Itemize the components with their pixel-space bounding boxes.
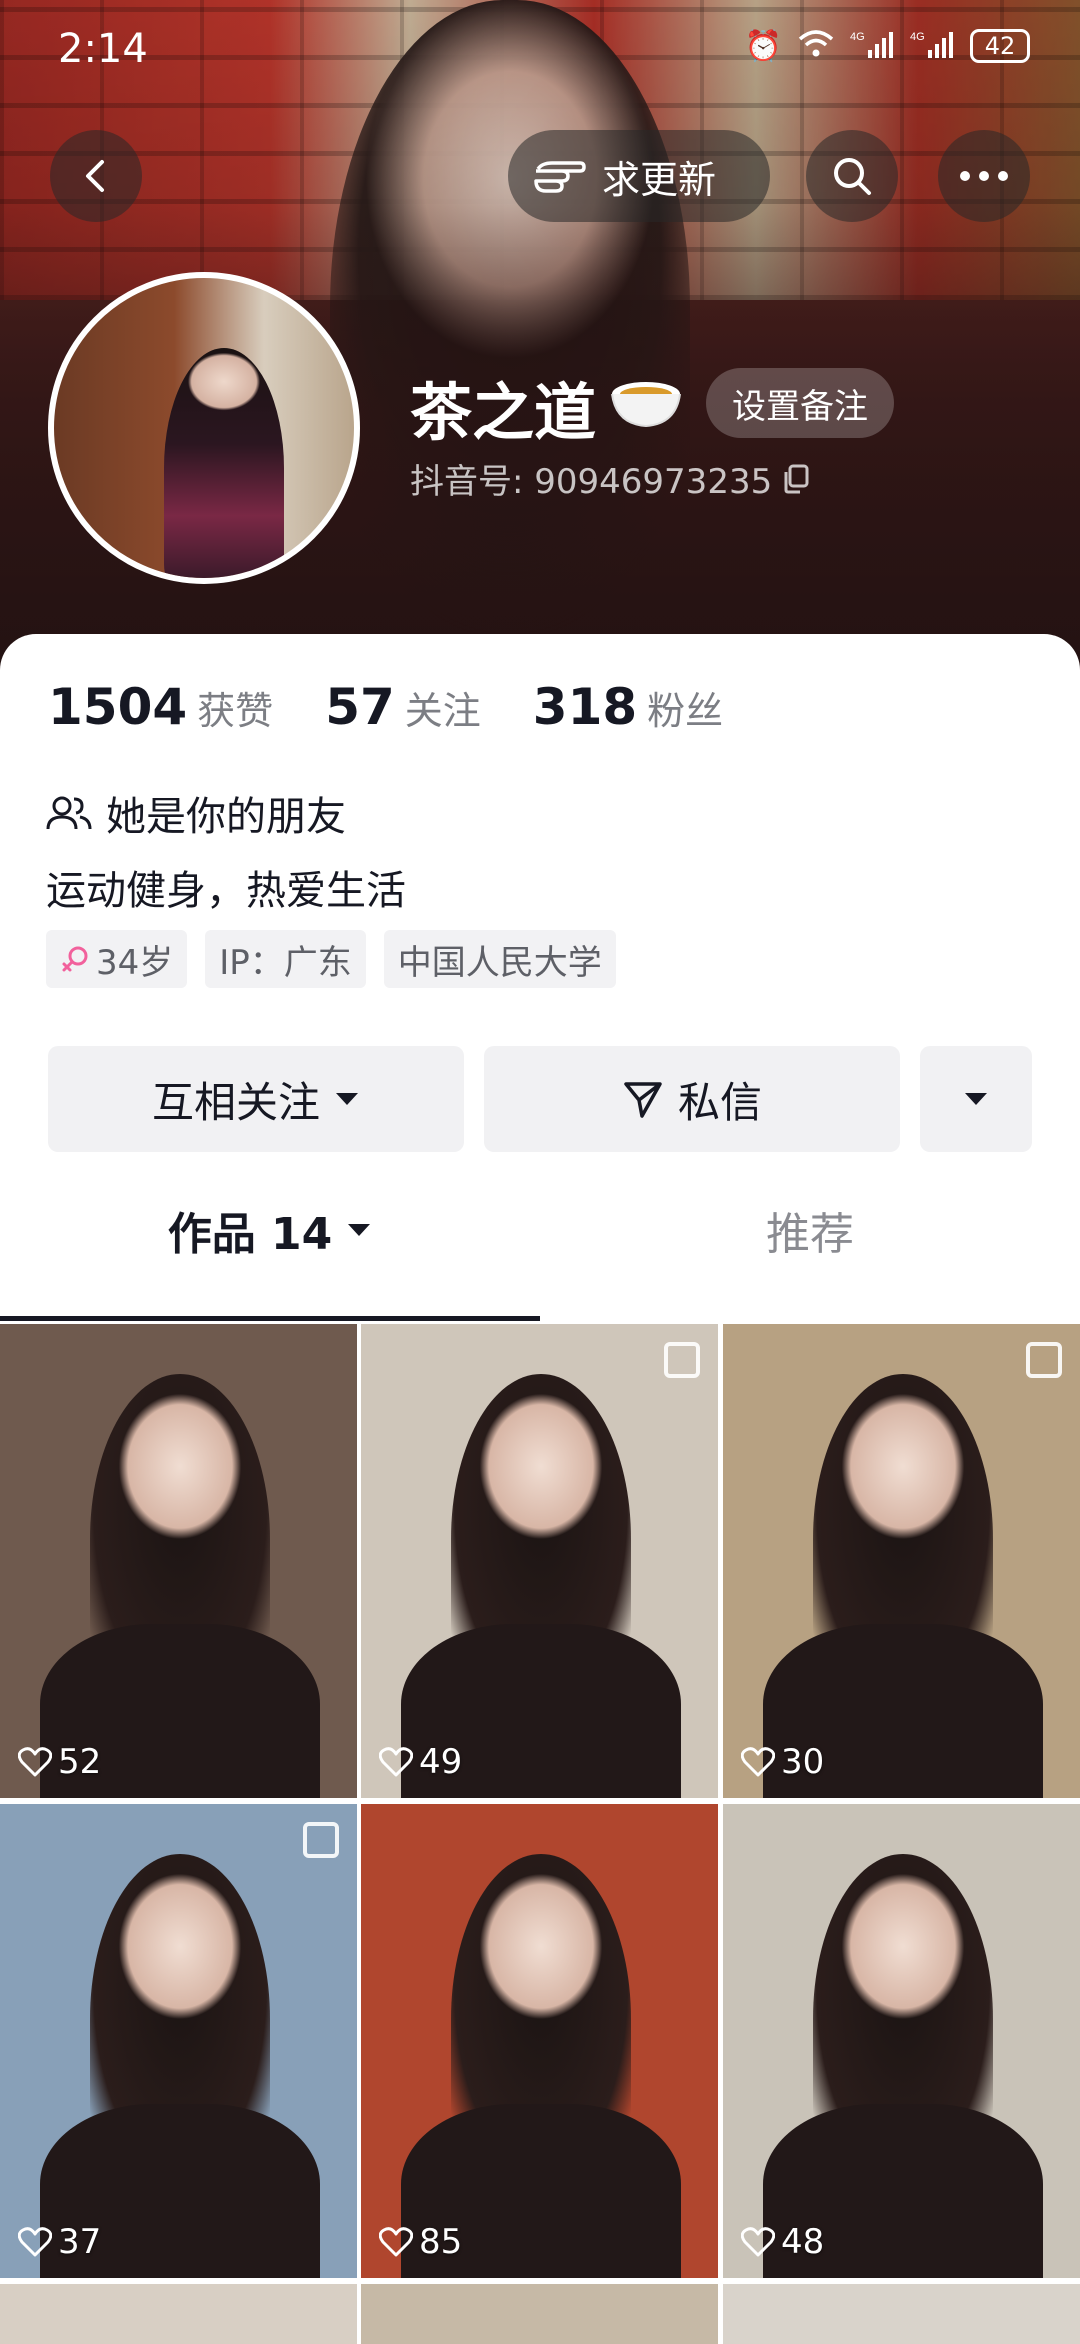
school-tag[interactable]: 中国人民大学	[383, 930, 616, 988]
active-tab-indicator	[0, 1316, 540, 1321]
tab-works-label: 作品 14	[167, 1209, 333, 1260]
video-thumbnail[interactable]	[0, 2284, 357, 2344]
message-label: 私信	[677, 1077, 762, 1127]
video-likes: 37	[18, 2222, 101, 2262]
request-update-button[interactable]: 求更新	[508, 130, 770, 222]
signal-icon-2: 4G	[910, 28, 954, 64]
friend-text: 她是你的朋友	[106, 794, 346, 840]
video-likes: 85	[379, 2222, 462, 2262]
video-thumbnail[interactable]: 49	[361, 1324, 718, 1798]
action-buttons: 互相关注 私信	[48, 1046, 1032, 1152]
video-thumbnail[interactable]: 48	[723, 1804, 1080, 2278]
stat-label: 粉丝	[647, 689, 724, 733]
stat-following[interactable]: 57 关注	[325, 678, 481, 736]
send-icon	[624, 1082, 662, 1118]
mutual-follow-button[interactable]: 互相关注	[48, 1046, 464, 1152]
status-bar: 2:14 ⏰ 4G 4G 42	[0, 0, 1080, 100]
svg-text:4G: 4G	[910, 31, 925, 43]
mutual-follow-label: 互相关注	[151, 1077, 320, 1127]
stat-likes[interactable]: 1504 获赞	[48, 678, 273, 736]
friend-indicator: 她是你的朋友	[46, 784, 346, 842]
status-icons: ⏰ 4G 4G 42	[745, 28, 1030, 64]
bio: 运动健身，热爱生活	[46, 868, 406, 914]
avatar[interactable]	[48, 272, 360, 584]
video-likes: 48	[741, 2222, 824, 2262]
caret-down-icon	[348, 1224, 371, 1236]
caret-down-icon	[336, 1093, 358, 1105]
video-thumbnail[interactable]: 85	[361, 1804, 718, 2278]
video-thumbnail[interactable]: 30	[723, 1324, 1080, 1798]
friends-icon	[46, 796, 92, 830]
video-thumbnail[interactable]: 37	[0, 1804, 357, 2278]
more-button[interactable]	[938, 130, 1030, 222]
chevron-left-icon	[86, 160, 104, 192]
ip-tag: IP：广东	[205, 930, 366, 988]
stat-followers[interactable]: 318 粉丝	[533, 678, 723, 736]
copy-icon[interactable]	[782, 464, 810, 494]
video-likes-count: 30	[781, 1742, 825, 1782]
status-time: 2:14	[58, 26, 148, 72]
heart-icon	[379, 2227, 413, 2257]
video-thumbnail[interactable]: 52	[0, 1324, 357, 1798]
svg-text:4G: 4G	[850, 31, 865, 43]
heart-icon	[18, 2227, 52, 2257]
battery-indicator: 42	[970, 29, 1030, 63]
alarm-icon: ⏰	[744, 28, 782, 64]
stats-row: 1504 获赞 57 关注 318 粉丝	[48, 678, 723, 736]
stat-value: 1504	[48, 678, 188, 736]
profile-header: 2:14 ⏰ 4G 4G 42 求更新 茶之道 设置备注 抖音号: 909469…	[0, 0, 1080, 680]
female-icon	[62, 946, 88, 972]
video-likes: 30	[741, 1742, 824, 1782]
request-update-label: 求更新	[602, 157, 717, 202]
profile-tabs: 作品 14 推荐	[0, 1174, 1080, 1286]
tab-recommend[interactable]: 推荐	[540, 1174, 1080, 1286]
heart-icon	[18, 1747, 52, 1777]
caret-down-icon	[965, 1093, 987, 1105]
video-likes: 49	[379, 1742, 462, 1782]
tea-cup-icon	[611, 382, 681, 428]
set-remark-button[interactable]: 设置备注	[706, 368, 894, 438]
video-likes-count: 49	[419, 1742, 463, 1782]
video-thumbnail[interactable]	[361, 2284, 718, 2344]
video-likes-count: 48	[781, 2222, 825, 2262]
back-button[interactable]	[50, 130, 142, 222]
avatar-photo	[164, 348, 284, 578]
search-icon	[834, 158, 871, 195]
video-thumbnail[interactable]	[723, 2284, 1080, 2344]
stat-label: 关注	[404, 689, 481, 733]
age-text: 34岁	[96, 942, 174, 983]
pointing-hand-icon	[534, 161, 586, 193]
more-dots-icon	[960, 171, 1008, 181]
multi-image-icon	[1026, 1342, 1062, 1378]
stat-value: 57	[325, 678, 395, 736]
heart-icon	[741, 1747, 775, 1777]
nickname: 茶之道	[410, 376, 597, 449]
video-likes-count: 52	[58, 1742, 102, 1782]
video-likes: 52	[18, 1742, 101, 1782]
heart-icon	[741, 2227, 775, 2257]
search-button[interactable]	[806, 130, 898, 222]
heart-icon	[379, 1747, 413, 1777]
more-actions-button[interactable]	[920, 1046, 1032, 1152]
tab-works[interactable]: 作品 14	[0, 1174, 540, 1286]
profile-tags: 34岁 IP：广东 中国人民大学	[46, 930, 616, 988]
stat-label: 获赞	[197, 689, 274, 733]
wifi-icon	[798, 29, 834, 63]
multi-image-icon	[664, 1342, 700, 1378]
multi-image-icon	[303, 1822, 339, 1858]
signal-icon-1: 4G	[850, 28, 894, 64]
age-tag: 34岁	[46, 930, 188, 988]
video-likes-count: 37	[58, 2222, 102, 2262]
stat-value: 318	[532, 678, 638, 736]
message-button[interactable]: 私信	[484, 1046, 900, 1152]
douyin-id: 抖音号: 90946973235	[410, 454, 810, 503]
douyin-id-text: 抖音号: 90946973235	[410, 462, 773, 502]
video-likes-count: 85	[419, 2222, 463, 2262]
